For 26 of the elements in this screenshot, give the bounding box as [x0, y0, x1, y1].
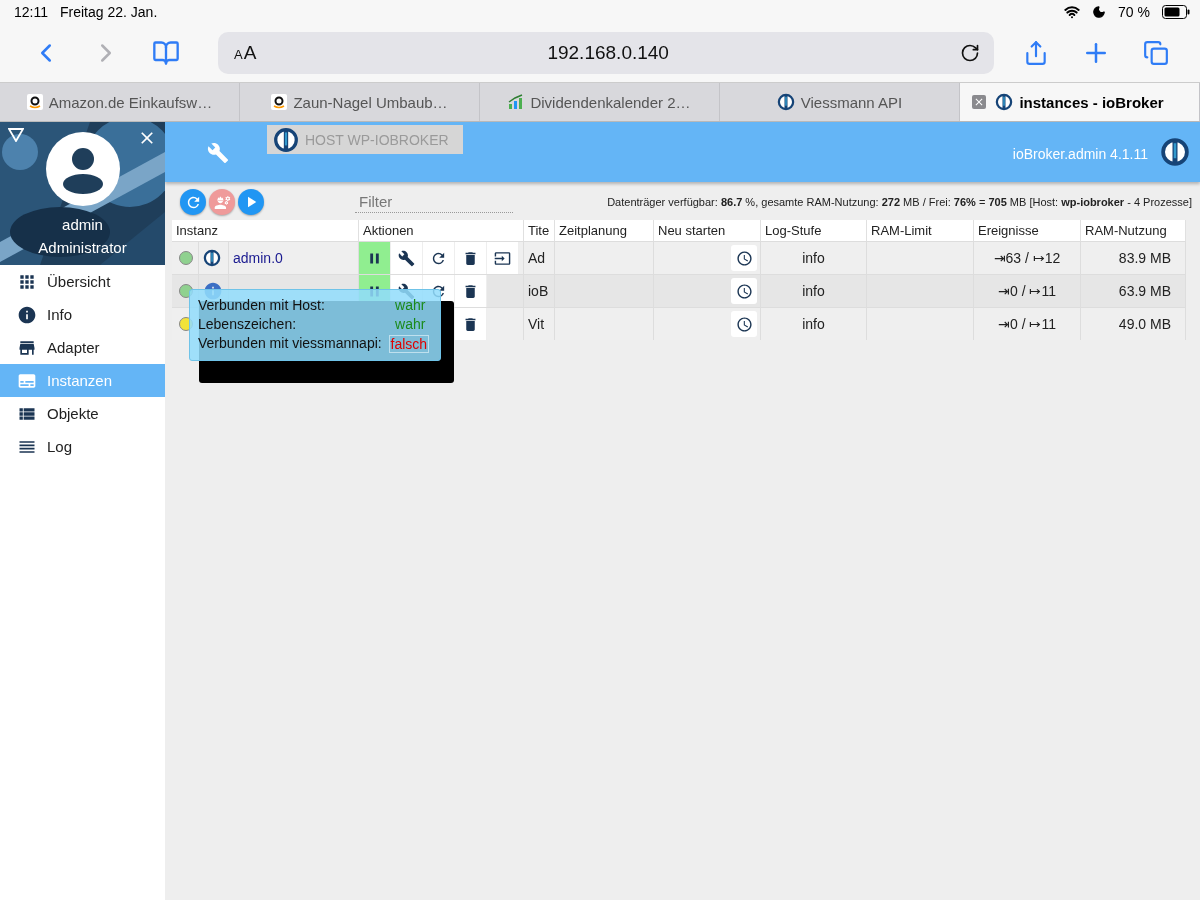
table-cell: 83.9 MB: [1081, 241, 1186, 274]
table-cell: 63.9 MB: [1081, 274, 1186, 307]
battery-percent: 70 %: [1118, 4, 1150, 20]
table-cell: Vit: [524, 307, 555, 340]
tooltip-label: Lebenszeichen:: [198, 316, 298, 332]
table-cell: ioB: [524, 274, 555, 307]
tooltip-label: Verbunden mit viessmannapi:: [198, 335, 383, 353]
table-cell: info: [761, 241, 867, 274]
clock-time: 12:11: [14, 4, 48, 20]
version-text: ioBroker.admin 4.1.11: [1012, 146, 1148, 162]
table-cell: Ad: [524, 241, 555, 274]
table-cell: info: [761, 307, 867, 340]
user-role: Administrator: [38, 239, 127, 256]
table-cell: ⇥0 / ↦11: [974, 274, 1081, 307]
stats-text: Datenträger verfügbar: 86.7 %, gesamte RAM-Nutzung: 272 MB / Frei: 76% = 705 MB [Host: wp-iobroker - 4 Prozesse]: [607, 196, 1192, 208]
tooltip-label: Verbunden mit Host:: [198, 297, 326, 313]
table-cell: ⇥63 / ↦12: [974, 241, 1081, 274]
tooltip-value: wahr: [394, 316, 427, 332]
status-date: Freitag 22. Jan.: [60, 4, 158, 20]
url-text: 192.168.0.140: [546, 42, 670, 64]
user-name: admin: [62, 216, 103, 233]
tooltip-value: wahr: [394, 297, 427, 313]
table-cell: info: [761, 274, 867, 307]
tooltip-value: falsch: [388, 335, 430, 353]
table-cell: 49.0 MB: [1081, 307, 1186, 340]
table-cell: ⇥0 / ↦11: [974, 307, 1081, 340]
